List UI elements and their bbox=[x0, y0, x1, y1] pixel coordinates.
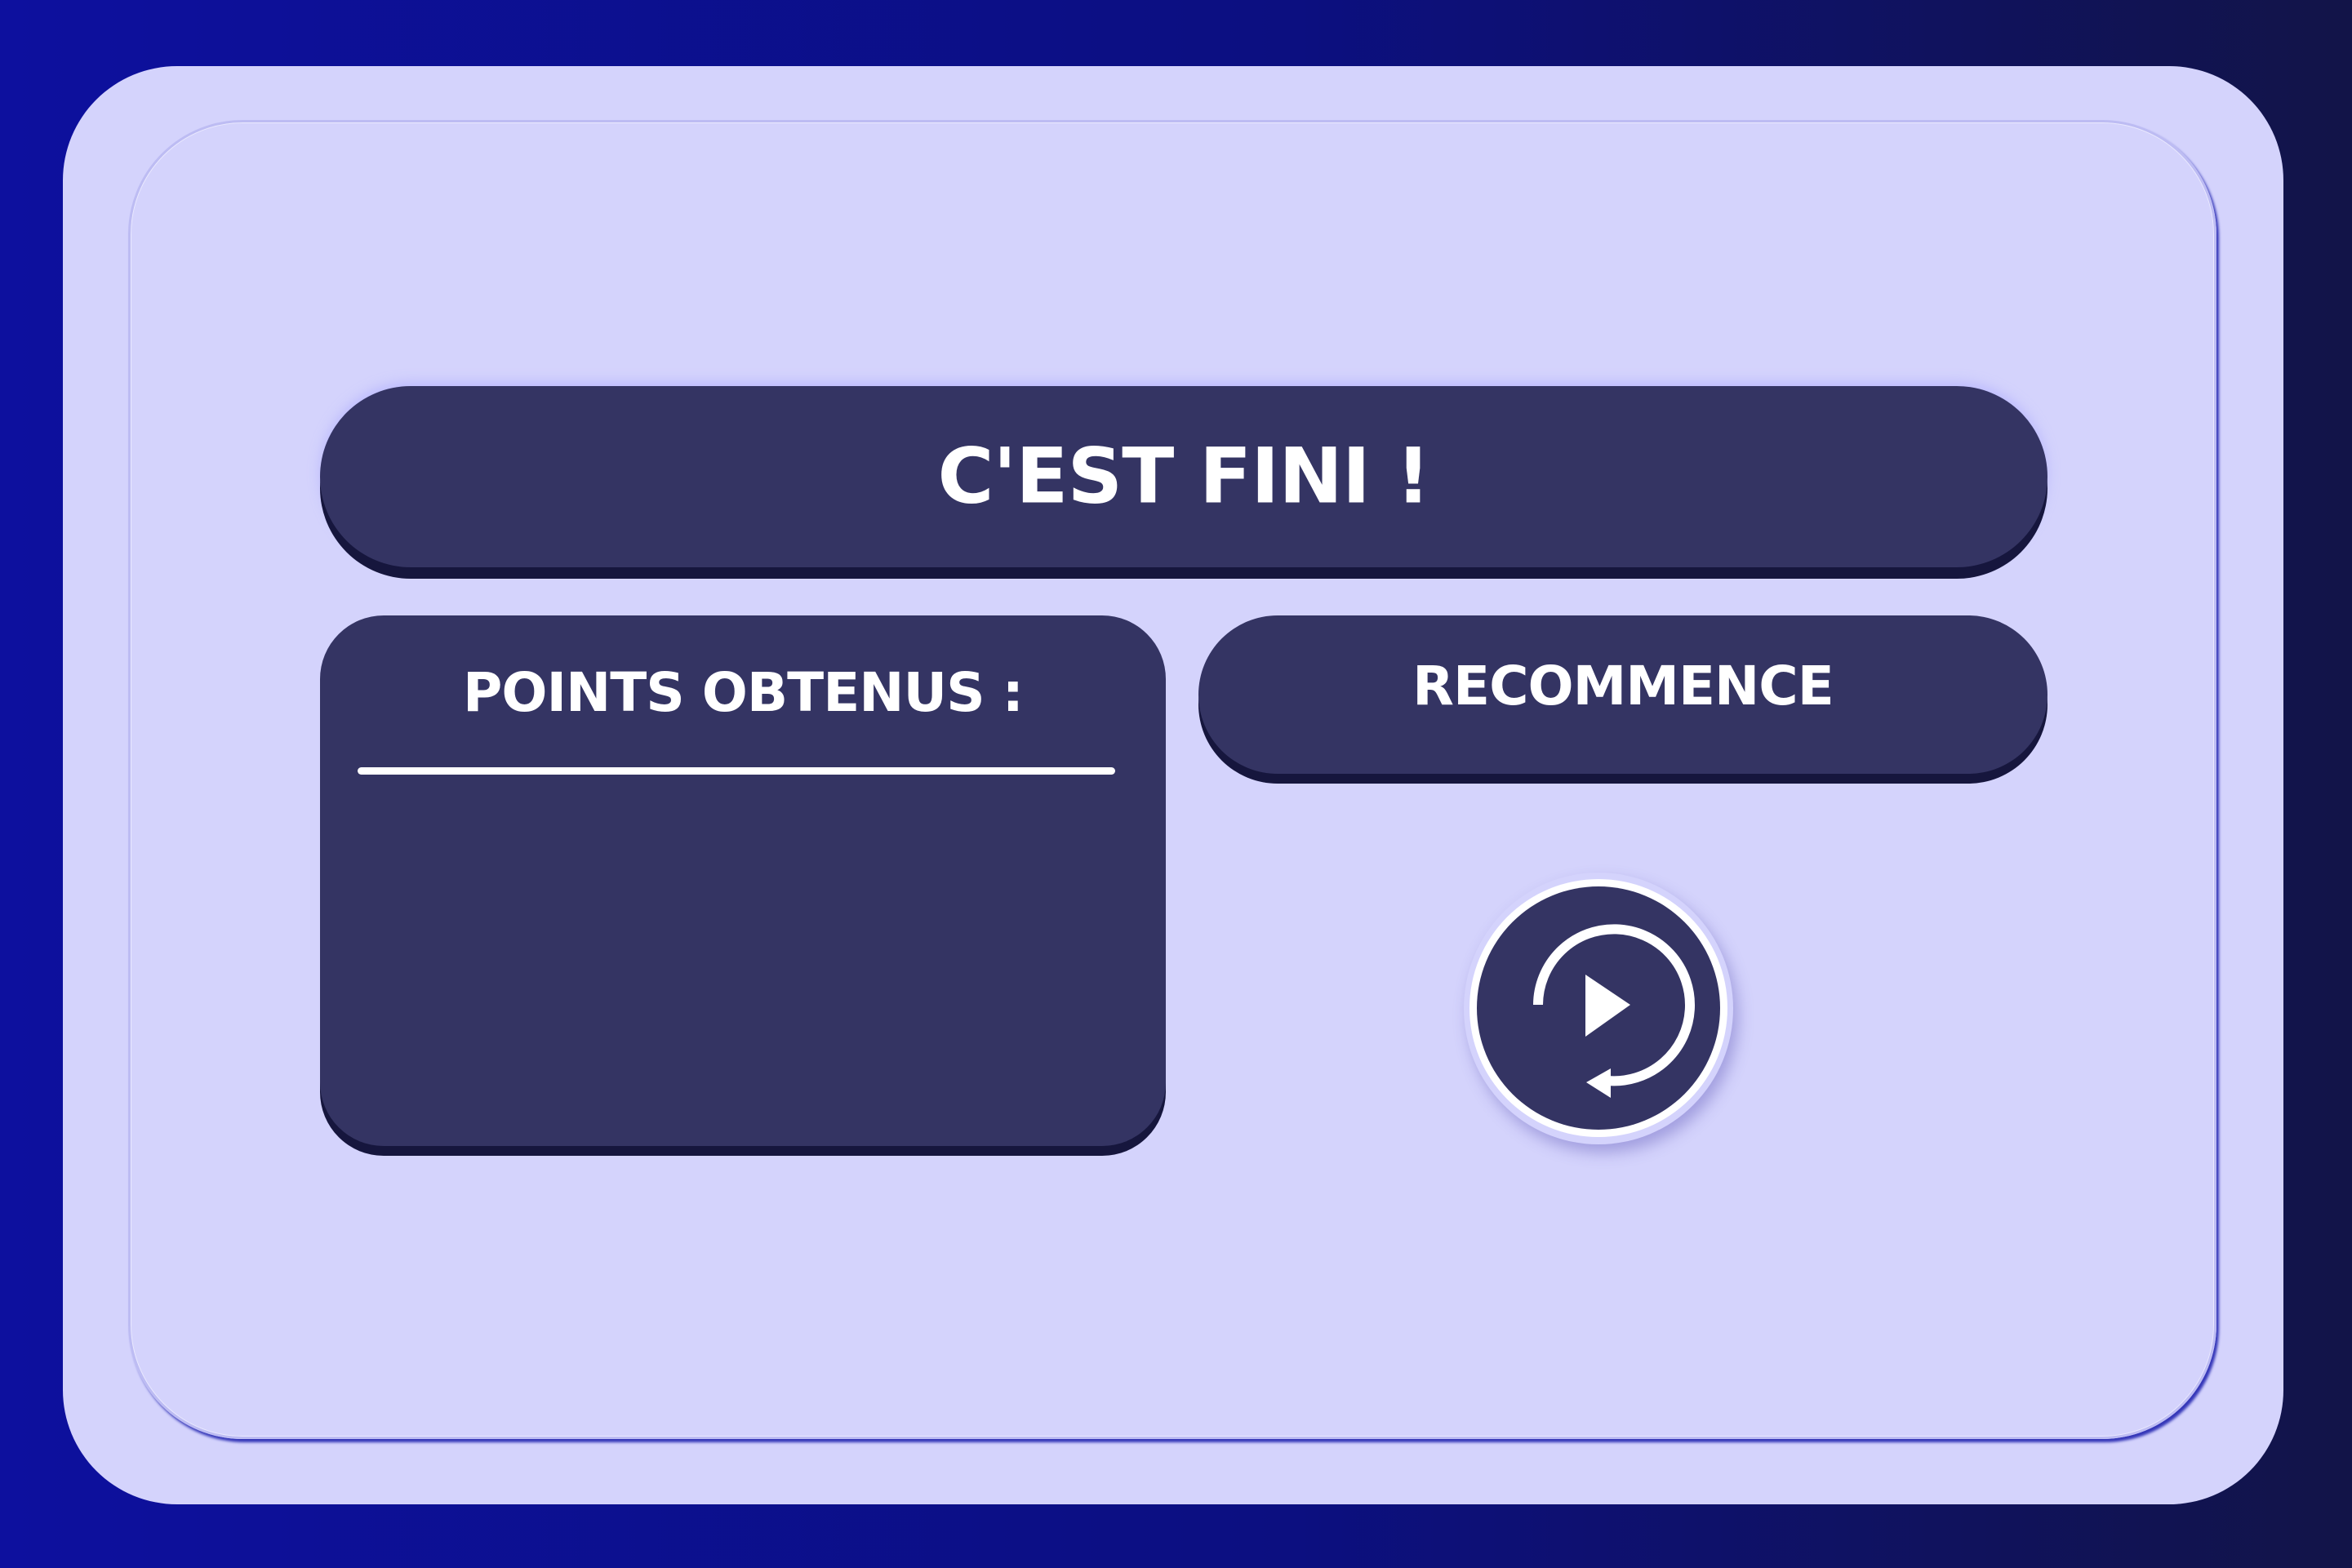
game-over-title: C'EST FINI ! bbox=[937, 432, 1431, 522]
points-divider bbox=[358, 767, 1115, 775]
restart-banner: RECOMMENCE bbox=[1198, 615, 2047, 774]
title-banner: C'EST FINI ! bbox=[320, 386, 2047, 567]
replay-play-icon bbox=[1469, 879, 1727, 1137]
points-panel: POINTS OBTENUS : bbox=[320, 615, 1166, 1146]
restart-label: RECOMMENCE bbox=[1412, 655, 1834, 717]
restart-button[interactable] bbox=[1464, 873, 1733, 1144]
points-label: POINTS OBTENUS : bbox=[462, 661, 1024, 724]
